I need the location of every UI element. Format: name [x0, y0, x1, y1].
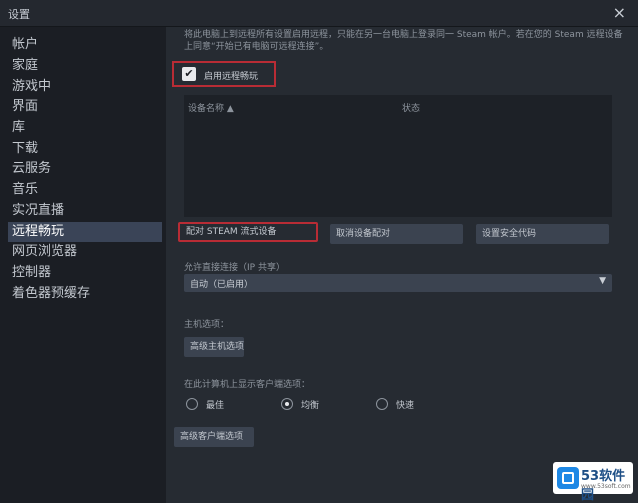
- sidebar-item-downloads[interactable]: 下载: [8, 139, 162, 159]
- radio-best[interactable]: 最佳: [186, 397, 256, 413]
- sidebar-item-controller[interactable]: 控制器: [8, 263, 162, 283]
- site-watermark: 53软件园 www.53soft.com: [553, 462, 633, 503]
- sidebar-item-broadcast[interactable]: 实况直播: [8, 201, 162, 221]
- sidebar-item-shader-cache[interactable]: 着色器预缓存: [8, 284, 162, 304]
- radio-balanced-circle[interactable]: [281, 398, 293, 410]
- radio-balanced[interactable]: 均衡: [281, 397, 351, 413]
- set-security-code-button[interactable]: 设置安全代码: [476, 224, 609, 244]
- enable-remote-play-checkbox[interactable]: ✔: [182, 67, 196, 81]
- pair-steam-link-button[interactable]: 配对 STEAM 流式设备: [178, 222, 318, 242]
- sidebar-item-remote-play[interactable]: 远程畅玩: [8, 222, 162, 242]
- sidebar-item-interface[interactable]: 界面: [8, 97, 162, 117]
- device-status-column-header[interactable]: 状态: [402, 101, 420, 114]
- sidebar-item-web-browser[interactable]: 网页浏览器: [8, 242, 162, 262]
- unpair-device-button[interactable]: 取消设备配对: [330, 224, 463, 244]
- client-options-label: 在此计算机上显示客户端选项：: [184, 380, 311, 390]
- radio-fast-label: 快速: [396, 401, 415, 411]
- radio-best-label: 最佳: [206, 401, 225, 411]
- remote-play-description: 将此电脑上到远程所有设置启用远程，只能在另一台电脑上登录同一 Steam 帐户。…: [184, 30, 623, 52]
- sidebar-item-account[interactable]: 帐户: [8, 35, 162, 55]
- settings-sidebar: 帐户 家庭 游戏中 界面 库 下载 云服务 音乐 实况直播 远程畅玩 网页浏览器…: [0, 27, 166, 503]
- title-bar: 设置 ×: [0, 0, 638, 27]
- radio-fast[interactable]: 快速: [376, 397, 446, 413]
- radio-best-circle[interactable]: [186, 398, 198, 410]
- bandwidth-label: 允许直接连接（IP 共享）: [184, 263, 285, 273]
- enable-remote-play-row[interactable]: ✔ 启用远程畅玩: [172, 61, 276, 87]
- device-name-column-header[interactable]: 设备名称 ▲: [188, 101, 234, 114]
- sidebar-item-in-game[interactable]: 游戏中: [8, 77, 162, 97]
- remote-play-panel: 将此电脑上到远程所有设置启用远程，只能在另一台电脑上登录同一 Steam 帐户。…: [166, 27, 638, 503]
- sidebar-item-family[interactable]: 家庭: [8, 56, 162, 76]
- window-title: 设置: [8, 8, 30, 21]
- advanced-client-options-button[interactable]: 高级客户端选项: [174, 427, 254, 447]
- radio-fast-circle[interactable]: [376, 398, 388, 410]
- sidebar-item-cloud[interactable]: 云服务: [8, 159, 162, 179]
- bandwidth-select-value: 自动（已启用）: [190, 280, 254, 290]
- close-icon[interactable]: ×: [613, 3, 626, 22]
- advanced-host-options-button[interactable]: 高级主机选项: [184, 337, 244, 357]
- bandwidth-select[interactable]: 自动（已启用） ▼: [184, 274, 612, 292]
- site-logo-icon: [557, 467, 579, 489]
- paired-devices-table: 设备名称 ▲ 状态: [184, 95, 612, 217]
- chevron-down-icon: ▼: [599, 276, 606, 286]
- sidebar-item-library[interactable]: 库: [8, 118, 162, 138]
- host-options-label: 主机选项：: [184, 320, 230, 330]
- enable-remote-play-label: 启用远程畅玩: [204, 72, 259, 82]
- radio-balanced-label: 均衡: [301, 401, 320, 411]
- watermark-subtext: www.53soft.com: [581, 483, 631, 490]
- sidebar-item-music[interactable]: 音乐: [8, 180, 162, 200]
